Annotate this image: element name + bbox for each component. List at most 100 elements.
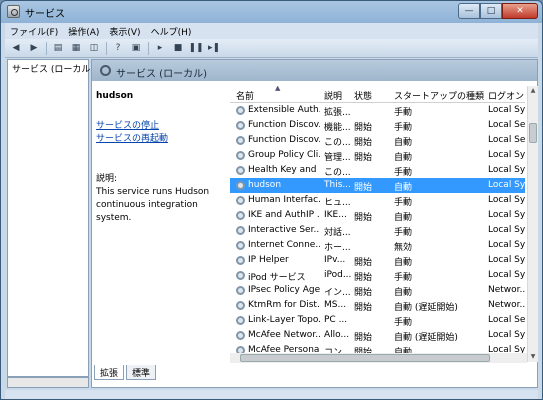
- service-name: McAfee Networ...: [248, 330, 320, 340]
- tree-horizontal-scrollbar[interactable]: [7, 377, 89, 388]
- service-logon: Local Sy...: [488, 240, 525, 250]
- services-gear-icon: [7, 5, 20, 18]
- panel-header: サービス (ローカル): [92, 60, 537, 81]
- service-logon: Local Se...: [488, 120, 525, 130]
- restart-service-link[interactable]: サービスの再起動: [96, 131, 168, 144]
- export-icon[interactable]: ◫: [87, 42, 101, 55]
- stop-service-link[interactable]: サービスの停止: [96, 118, 159, 131]
- description-text: This service runs Hudson continuous inte…: [96, 187, 210, 223]
- restart-icon[interactable]: ▸❚: [207, 42, 221, 55]
- service-name: Interactive Ser...: [248, 225, 320, 235]
- service-startup: 無効: [394, 243, 413, 253]
- service-row[interactable]: Function Discov... この...開始 自動 Local Se...: [230, 133, 525, 148]
- service-status: 開始: [354, 303, 373, 313]
- column-header-startup-type[interactable]: スタートアップの種類: [394, 89, 484, 102]
- column-header-name[interactable]: 名前: [236, 89, 254, 102]
- service-gear-icon: [236, 166, 245, 175]
- service-row[interactable]: Internet Conne... ホー... 無効 Local Sy...: [230, 238, 525, 253]
- service-logon: Local Sy...: [488, 105, 525, 115]
- service-row[interactable]: hudson This...開始 自動 Local Sy...: [230, 178, 525, 193]
- service-row[interactable]: Link-Layer Topo... PC ... 手動 Local Se...: [230, 313, 525, 328]
- service-row[interactable]: IPsec Policy Agent イン...開始 自動 Networ...: [230, 283, 525, 298]
- service-logon: Networ...: [488, 285, 525, 295]
- service-name: Internet Conne...: [248, 240, 320, 250]
- service-status: 開始: [354, 273, 373, 283]
- forward-arrow-icon[interactable]: ▶: [27, 42, 41, 55]
- service-row[interactable]: IKE and AuthIP ... IKE... 開始 自動 Local Sy...: [230, 208, 525, 223]
- menu-action[interactable]: 操作(A): [63, 25, 104, 38]
- title-bar[interactable]: サービス — □ ✕: [1, 1, 542, 23]
- help-icon[interactable]: ?: [111, 42, 125, 55]
- service-name: Health Key and ...: [248, 165, 320, 175]
- services-window: サービス — □ ✕ ファイル(F) 操作(A) 表示(V) ヘルプ(H) ◀ …: [0, 0, 543, 400]
- refresh-icon[interactable]: ▦: [69, 42, 83, 55]
- service-desc: この...: [324, 168, 351, 178]
- service-status: 開始: [354, 153, 373, 163]
- service-startup: 手動: [394, 108, 413, 118]
- service-row[interactable]: Interactive Ser... 対話... 手動 Local Sy...: [230, 223, 525, 238]
- service-row[interactable]: Extensible Auth... 拡張... 手動 Local Sy...: [230, 103, 525, 118]
- list-horizontal-scrollbar[interactable]: [230, 353, 527, 363]
- service-desc: 管理...: [324, 153, 351, 163]
- stop-icon[interactable]: ■: [171, 42, 185, 55]
- service-gear-icon: [236, 136, 245, 145]
- service-logon: Local Sy...: [488, 210, 525, 220]
- view-tabs: 拡張 標準: [92, 365, 537, 380]
- toolbar-separator: [148, 41, 149, 55]
- close-button[interactable]: ✕: [502, 3, 538, 19]
- service-desc: IPv...: [324, 255, 346, 265]
- tree-item-services-local[interactable]: サービス (ローカル): [12, 62, 94, 75]
- service-row[interactable]: Group Policy Cli... 管理...開始 自動 Local Sy...: [230, 148, 525, 163]
- service-name: Link-Layer Topo...: [248, 315, 320, 325]
- menu-help[interactable]: ヘルプ(H): [146, 25, 197, 38]
- service-row[interactable]: Health Key and ... この... 手動 Local Sy...: [230, 163, 525, 178]
- service-startup: 自動: [394, 138, 413, 148]
- window-title: サービス: [25, 9, 65, 20]
- service-row[interactable]: Function Discov... 機能...開始 手動 Local Se...: [230, 118, 525, 133]
- properties-icon[interactable]: ▣: [129, 42, 143, 55]
- service-row[interactable]: IP Helper IPv... 開始 自動 Local Sy...: [230, 253, 525, 268]
- service-desc: 対話...: [324, 228, 351, 238]
- back-arrow-icon[interactable]: ◀: [9, 42, 23, 55]
- service-startup: 自動: [394, 213, 413, 223]
- service-startup: 手動: [394, 123, 413, 133]
- scroll-down-arrow-icon[interactable]: ▼: [528, 352, 538, 362]
- menu-file[interactable]: ファイル(F): [5, 25, 63, 38]
- panel-title: サービス (ローカル): [116, 69, 207, 80]
- scroll-up-arrow-icon[interactable]: ▲: [528, 86, 538, 96]
- service-row[interactable]: iPod サービス iPod...開始 手動 Local Sy...: [230, 268, 525, 283]
- service-row[interactable]: Human Interfac... ヒュ... 手動 Local Sy...: [230, 193, 525, 208]
- maximize-button[interactable]: □: [480, 3, 502, 19]
- service-row[interactable]: KtmRm for Dist... MS... 開始 自動 (遅延開始) Networ.…: [230, 298, 525, 313]
- service-logon: Networ...: [488, 300, 525, 310]
- column-header-description[interactable]: 説明: [324, 89, 342, 102]
- description-label: 説明:: [96, 174, 118, 184]
- menu-view[interactable]: 表示(V): [104, 25, 145, 38]
- service-name: Function Discov...: [248, 135, 320, 145]
- column-header-logon[interactable]: ログオン: [488, 89, 524, 102]
- vertical-scroll-thumb[interactable]: [529, 123, 537, 143]
- pause-icon[interactable]: ❚❚: [188, 42, 203, 55]
- console-tree-icon[interactable]: ▤: [51, 42, 65, 55]
- minimize-button[interactable]: —: [458, 3, 480, 19]
- tab-standard[interactable]: 標準: [126, 365, 157, 380]
- extended-view-pane: hudson サービスの停止 サービスの再起動 説明: This service…: [92, 81, 226, 361]
- toolbar: ◀ ▶ ▤ ▦ ◫ ? ▣ ▸ ■ ❚❚ ▸❚: [5, 39, 538, 58]
- sort-ascending-icon: ▲: [275, 86, 281, 92]
- column-header-status[interactable]: 状態: [354, 89, 372, 102]
- service-startup: 自動: [394, 258, 413, 268]
- list-vertical-scrollbar[interactable]: ▲ ▼: [527, 86, 538, 362]
- service-gear-icon: [236, 286, 245, 295]
- service-row[interactable]: McAfee Networ... Allo... 開始 自動 (遅延開始) Local …: [230, 328, 525, 343]
- tab-extended[interactable]: 拡張: [94, 365, 125, 380]
- toolbar-separator: [46, 41, 47, 55]
- service-name: IP Helper: [248, 255, 289, 265]
- service-name: IKE and AuthIP ...: [248, 210, 320, 220]
- horizontal-scroll-thumb[interactable]: [240, 354, 490, 362]
- service-desc: ヒュ...: [324, 198, 351, 208]
- service-name: hudson: [248, 180, 282, 190]
- service-name: Human Interfac...: [248, 195, 320, 205]
- service-startup: 手動: [394, 318, 413, 328]
- play-icon[interactable]: ▸: [153, 42, 167, 55]
- service-startup: 自動 (遅延開始): [394, 333, 458, 343]
